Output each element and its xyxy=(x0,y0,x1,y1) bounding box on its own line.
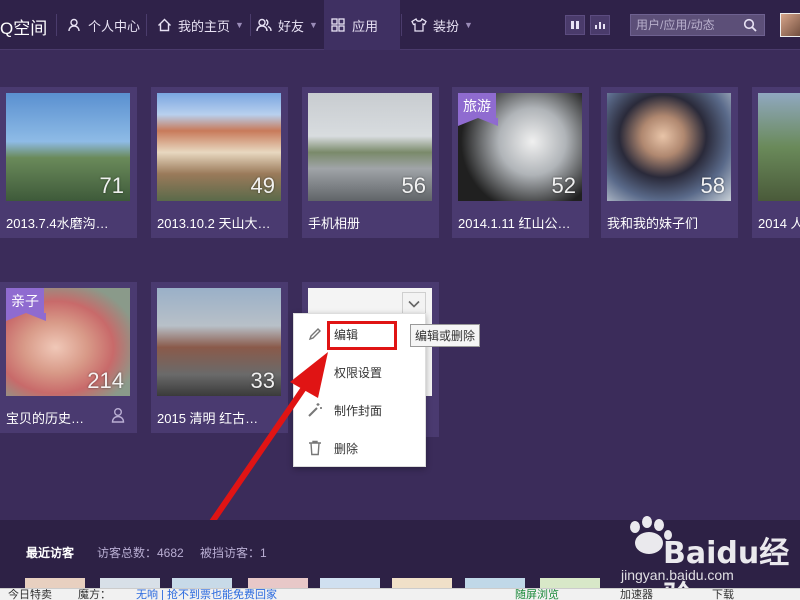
album-card[interactable]: 58 我和我的妹子们 xyxy=(601,87,738,238)
nav-item-dressup[interactable]: 装扮 ▼ xyxy=(405,0,479,50)
view-mode-pause-button[interactable] xyxy=(565,15,585,35)
album-cover[interactable] xyxy=(758,93,800,201)
album-title[interactable]: 我和我的妹子们 xyxy=(607,213,731,232)
search-box[interactable] xyxy=(630,14,765,36)
album-cover[interactable]: 58 xyxy=(607,93,731,201)
blocked-visitors[interactable]: 被挡访客：1 xyxy=(200,544,267,561)
photo-count: 71 xyxy=(99,173,124,198)
album-tag: 亲子 xyxy=(6,288,46,321)
browser-status-bar: 今日特卖 魔方： 无响 | 抢不到票也能免费回家 随屏浏览 加速器 下载 xyxy=(0,588,800,600)
visitor-avatar[interactable] xyxy=(25,578,85,588)
album-cover[interactable]: 56 xyxy=(308,93,432,201)
photo-count: 56 xyxy=(401,173,426,198)
person-icon xyxy=(66,17,82,33)
home-icon xyxy=(156,17,172,33)
nav-label: 装扮 xyxy=(433,18,460,34)
nav-item-homepage[interactable]: 我的主页 ▼ xyxy=(150,0,250,50)
annotation-arrow xyxy=(209,352,328,525)
album-card[interactable]: 旅游 52 2014.1.11 红山公… xyxy=(452,87,589,238)
nav-item-profile-center[interactable]: 个人中心 xyxy=(60,0,146,50)
chevron-down-icon: ▼ xyxy=(464,20,473,30)
nav-item-apps[interactable]: 应用 xyxy=(324,0,400,50)
album-title[interactable]: 2013.10.2 天山大… xyxy=(157,213,281,232)
search-icon[interactable] xyxy=(743,18,757,32)
nav-label: 个人中心 xyxy=(88,18,141,34)
search-input[interactable] xyxy=(631,18,743,32)
visitor-avatar[interactable] xyxy=(392,578,452,588)
album-title[interactable]: 宝贝的历史… xyxy=(6,408,106,427)
album-card[interactable]: 71 2013.7.4水磨沟… xyxy=(0,87,137,238)
nav-label: 好友 xyxy=(278,18,305,34)
album-title[interactable]: 2014 人 xyxy=(758,213,800,232)
baidu-jingyan-watermark: Baidu经验 jingyan.baidu.com xyxy=(615,515,800,600)
watermark-url: jingyan.baidu.com xyxy=(621,567,734,583)
status-item[interactable]: 下载 xyxy=(712,589,734,600)
photo-count: 52 xyxy=(551,173,576,198)
nav-divider xyxy=(146,14,147,36)
shirt-icon xyxy=(411,17,427,33)
status-item[interactable]: 无响 | 抢不到票也能免费回家 xyxy=(136,589,277,600)
nav-divider xyxy=(401,14,402,36)
visitor-avatar[interactable] xyxy=(248,578,308,588)
status-item[interactable]: 随屏浏览 xyxy=(515,589,559,600)
top-nav: Q空间 个人中心 我的主页 ▼ 好友 ▼ 应用 装扮 ▼ xyxy=(0,0,800,50)
nav-label: 应用 xyxy=(352,18,379,34)
visitor-avatar[interactable] xyxy=(100,578,160,588)
status-item[interactable]: 魔方： xyxy=(78,589,111,600)
menu-item-label: 制作封面 xyxy=(334,403,383,418)
qzone-logo[interactable]: Q空间 xyxy=(0,14,47,39)
chevron-down-icon: ▼ xyxy=(235,20,244,30)
album-title[interactable]: 2014.1.11 红山公… xyxy=(458,213,582,232)
visitor-total[interactable]: 访客总数：4682 xyxy=(97,544,184,561)
album-tag: 旅游 xyxy=(458,93,498,126)
album-cover[interactable]: 旅游 52 xyxy=(458,93,582,201)
album-cover[interactable]: 49 xyxy=(157,93,281,201)
nav-label: 我的主页 xyxy=(178,18,231,34)
photo-count: 58 xyxy=(700,173,725,198)
visitor-avatar[interactable] xyxy=(172,578,232,588)
grid-icon xyxy=(330,17,346,33)
photo-count: 214 xyxy=(87,368,124,393)
album-card[interactable]: 亲子 214 宝贝的历史… xyxy=(0,282,137,433)
album-title[interactable]: 2013.7.4水磨沟… xyxy=(6,213,130,232)
album-card[interactable]: 49 2013.10.2 天山大… xyxy=(151,87,288,238)
tooltip: 编辑或删除 xyxy=(410,324,481,347)
view-mode-chart-button[interactable] xyxy=(590,15,610,35)
album-cover[interactable]: 71 xyxy=(6,93,130,201)
nav-item-friends[interactable]: 好友 ▼ xyxy=(250,0,324,50)
person-icon xyxy=(111,407,125,423)
album-title[interactable]: 手机相册 xyxy=(308,213,432,232)
menu-item-label: 权限设置 xyxy=(334,365,383,380)
visitors-title: 最近访客 xyxy=(26,546,75,560)
album-cover[interactable]: 亲子 214 xyxy=(6,288,130,396)
visitor-avatar[interactable] xyxy=(320,578,380,588)
album-card[interactable]: 2014 人 xyxy=(752,87,800,238)
nav-divider xyxy=(56,14,57,36)
status-item[interactable]: 加速器 xyxy=(620,589,653,600)
avatar[interactable] xyxy=(780,13,800,37)
visitor-avatar[interactable] xyxy=(465,578,525,588)
status-item[interactable]: 今日特卖 xyxy=(8,589,52,600)
friends-icon xyxy=(256,17,272,33)
visitor-avatar[interactable] xyxy=(540,578,600,588)
chevron-down-icon: ▼ xyxy=(309,20,318,30)
album-card[interactable]: 56 手机相册 xyxy=(302,87,439,238)
photo-count: 49 xyxy=(250,173,275,198)
